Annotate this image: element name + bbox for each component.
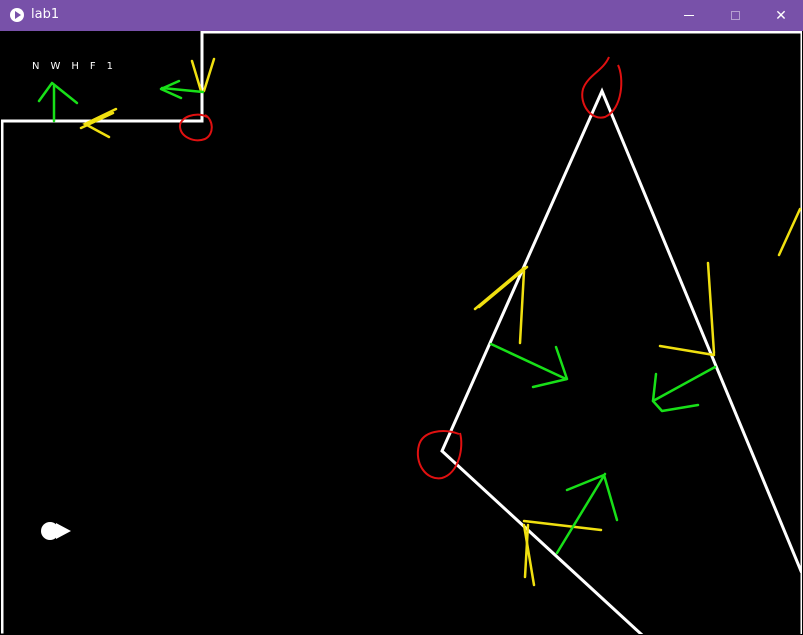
green-annotations bbox=[37, 79, 717, 555]
player-agent bbox=[41, 522, 71, 540]
window-title: lab1 bbox=[31, 7, 60, 22]
scene-svg bbox=[1, 31, 802, 634]
game-canvas[interactable]: N W H F 1 bbox=[1, 31, 802, 634]
maximize-icon bbox=[730, 11, 740, 20]
maximize-button[interactable] bbox=[712, 0, 758, 31]
minimize-icon bbox=[684, 15, 694, 16]
walls bbox=[1, 31, 802, 634]
title-bar[interactable]: lab1 ✕ bbox=[0, 0, 803, 31]
close-button[interactable]: ✕ bbox=[758, 0, 803, 31]
minimize-button[interactable] bbox=[666, 0, 712, 31]
app-icon bbox=[10, 8, 24, 22]
close-icon: ✕ bbox=[775, 7, 787, 24]
corner-marks bbox=[179, 56, 623, 480]
outer-wall bbox=[1, 31, 802, 634]
triangle-obstacle bbox=[440, 87, 802, 634]
